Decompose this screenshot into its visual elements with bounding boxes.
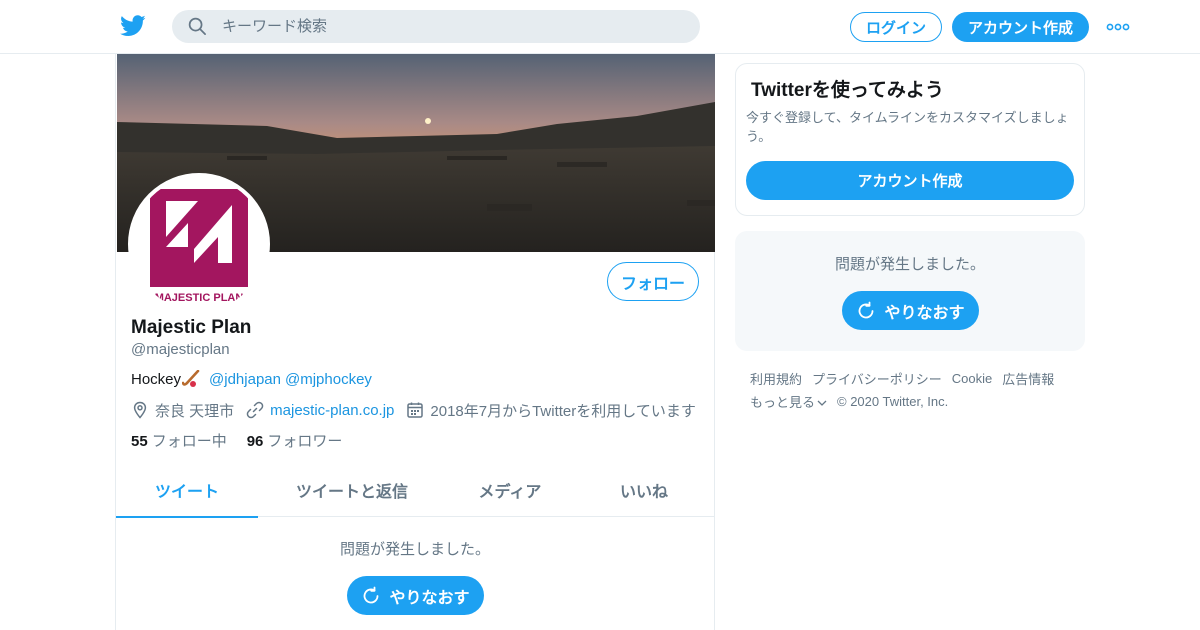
signup-promo-title: Twitterを使ってみよう [751,80,944,101]
top-bar: ログイン アカウント作成 [0,0,1200,54]
following-count: 55 [131,433,148,450]
location-pin-icon [133,401,147,419]
sidebar-retry-label: やりなおす [884,304,965,322]
signup-button[interactable]: アカウント作成 [952,12,1089,42]
following-label: フォロー中 [151,433,227,450]
profile-meta: 奈良 天理市 majestic-plan.co.jp 2018年7月からTwit… [131,400,708,420]
link-icon [246,401,264,419]
login-button[interactable]: ログイン [850,12,942,42]
calendar-icon [407,402,424,418]
tab-likes[interactable]: いいね [574,462,714,517]
tab-tweets-replies[interactable]: ツイートと返信 [258,462,446,517]
followers-count: 96 [246,433,264,450]
profile-display-name: Majestic Plan [131,317,252,338]
bio-mention-mjphockey[interactable]: @mjphockey [285,371,372,388]
profile-joined: 2018年7月からTwitterを利用しています [406,400,696,421]
footer-link-ads[interactable]: 広告情報 [1002,369,1054,388]
search-box[interactable] [172,10,700,43]
followers-label: フォロワー [267,433,343,450]
sidebar-retry-button[interactable]: やりなおす [842,291,979,330]
search-icon [188,17,206,35]
location-text: 奈良 天理市 [155,402,235,420]
footer-links: 利用規約 プライバシーポリシー Cookie 広告情報 もっと見る © 2020… [750,367,1080,413]
profile-tabs: ツイート ツイートと返信 メディア いいね [116,462,714,518]
website-link[interactable]: majestic-plan.co.jp [270,402,394,419]
footer-more-link[interactable]: もっと見る [750,392,827,411]
profile-counts: 55 フォロー中 96 フォロワー [131,430,362,451]
profile-avatar[interactable]: MAJESTIC PLAN [128,173,270,315]
following-count-link[interactable]: 55 フォロー中 [131,430,227,451]
profile-bio: Hockey @jdhjapan @mjphockey [131,370,372,388]
footer-link-terms[interactable]: 利用規約 [750,369,802,388]
profile-handle: @majesticplan [131,341,230,358]
sidebar-signup-button[interactable]: アカウント作成 [746,161,1074,200]
sidebar-error-text: 問題が発生しました。 [834,256,985,273]
footer-link-cookie[interactable]: Cookie [952,371,992,386]
signup-promo-description: 今すぐ登録して、タイムラインをカスタマイズしましょう。 [746,110,1069,144]
profile-website[interactable]: majestic-plan.co.jp [246,401,394,419]
avatar-logo-text: MAJESTIC PLAN [155,292,244,304]
refresh-icon [364,586,379,603]
timeline-error-text: 問題が発生しました。 [339,541,490,558]
bio-text: Hockey [131,370,182,388]
twitter-bird-icon[interactable] [120,14,146,38]
majestic-plan-logo: MAJESTIC PLAN [150,189,248,304]
tab-media[interactable]: メディア [446,462,574,517]
bio-mention-jdhjapan[interactable]: @jdhjapan [209,371,281,388]
more-dots-icon[interactable] [1106,18,1130,36]
refresh-icon [859,301,874,318]
followers-count-link[interactable]: 96 フォロワー [247,430,343,451]
hockey-stick-icon [182,370,200,387]
follow-button[interactable]: フォロー [607,262,699,301]
signup-promo-card: Twitterを使ってみよう 今すぐ登録して、タイムラインをカスタマイズしましょ… [735,63,1085,216]
profile-location: 奈良 天理市 [131,400,234,421]
timeline-retry-button[interactable]: やりなおす [347,576,484,615]
timeline-retry-label: やりなおす [389,589,470,607]
footer-link-privacy[interactable]: プライバシーポリシー [812,369,942,388]
tab-tweets[interactable]: ツイート [116,462,258,518]
footer-more-label: もっと見る [750,395,816,410]
search-input[interactable] [222,10,682,43]
footer-copyright: © 2020 Twitter, Inc. [837,394,949,409]
joined-text: 2018年7月からTwitterを利用しています [430,402,696,420]
profile-column: MAJESTIC PLAN フォロー Majestic Plan @majest… [115,54,715,630]
sidebar-error-panel: 問題が発生しました。 やりなおす [735,231,1085,351]
chevron-down-icon [817,400,827,406]
